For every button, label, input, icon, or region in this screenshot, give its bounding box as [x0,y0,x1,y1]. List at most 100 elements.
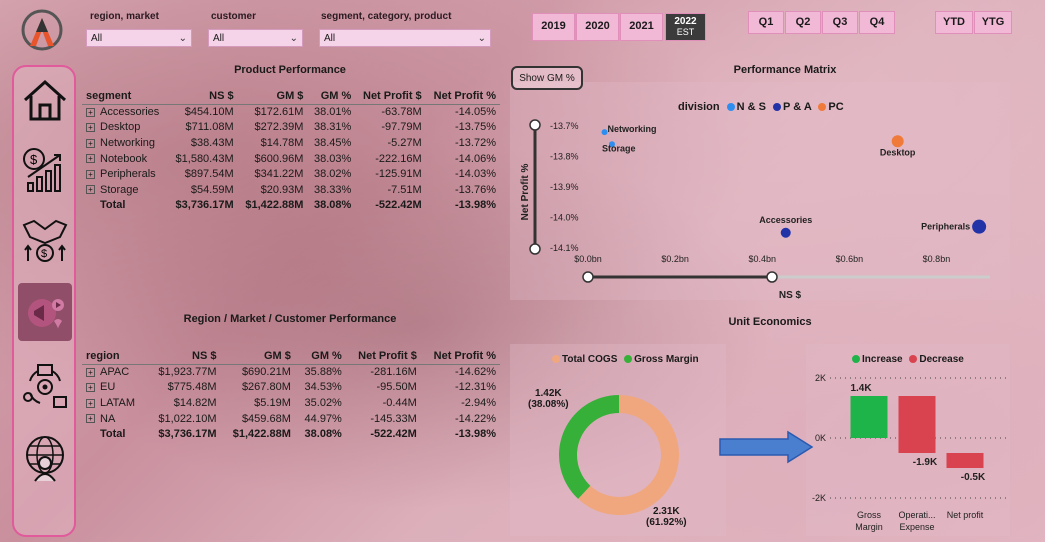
nav-marketing-button[interactable] [18,283,72,341]
cell-value: 34.53% [304,381,342,394]
row-label-text: EU [100,381,116,394]
column-header[interactable]: NS $ [168,88,238,104]
nav-sales-button[interactable]: $ [18,211,72,269]
legend-swatch [624,355,633,364]
chevron-down-icon: ⌄ [477,32,486,44]
cell-value: -14.22% [455,412,496,425]
customer-filter-label: customer [211,11,257,22]
waterfall-data-label: -1.9K [913,457,938,468]
y-range-slider-handle-top[interactable] [529,119,541,131]
table-row[interactable]: + LATAM $14.82M $5.19M 35.02% -0.44M -2.94% [82,395,500,411]
year-2019-button[interactable]: 2019 [532,13,575,41]
region-market-filter-label: region, market [90,11,159,22]
cell-value: -281.16M [370,366,417,379]
total-value: $3,736.17M [175,199,234,212]
y-tick-label: -14.0% [550,213,579,223]
expand-icon[interactable]: + [86,107,95,117]
scatter-point-desktop[interactable] [891,135,904,148]
scatter-point-accessories[interactable] [780,227,791,238]
table-row[interactable]: + EU $775.48M $267.80M 34.53% -95.50M -12.31% [82,380,500,396]
y-tick-label: -13.7% [550,121,579,131]
y-range-slider-handle-bottom[interactable] [529,243,541,255]
x-category-label: Operati... [898,510,935,520]
table-row[interactable]: + Accessories $454.10M $172.61M 38.01% -63.78… [82,104,500,120]
table-row[interactable]: + APAC $1,923.77M $690.21M 35.88% -281.16M -14… [82,364,500,380]
waterfall-bar[interactable] [898,396,936,453]
column-header[interactable]: Net Profit % [421,348,500,364]
quarter-q2-button[interactable]: Q2 [785,11,821,34]
waterfall-bar[interactable] [850,396,888,438]
donut-slice-gross-margin[interactable] [559,395,619,499]
scatter-point-peripherals[interactable] [972,219,987,234]
legend-item: Decrease [919,354,964,365]
waterfall-legend: Increase Decrease [848,354,964,365]
total-label: Total [100,428,126,441]
expand-icon[interactable]: + [86,382,95,392]
y-tick-label: 2K [815,373,826,383]
expand-icon[interactable]: + [86,185,95,195]
cell-value: $54.59M [190,183,234,196]
quarter-q1-button[interactable]: Q1 [748,11,784,34]
nav-home-button[interactable] [18,71,72,129]
cell-value: -13.75% [455,121,496,134]
table-row[interactable]: + NA $1,022.10M $459.68M 44.97% -145.33M -14.2… [82,411,500,427]
y-axis-label: Net Profit % [520,164,531,221]
column-header[interactable]: GM % [295,348,346,364]
expand-icon[interactable]: + [86,122,95,132]
waterfall-data-label: 1.4K [850,383,872,394]
expand-icon[interactable]: + [86,169,95,179]
x-range-slider-handle-left[interactable] [582,271,594,283]
column-header[interactable]: Net Profit % [426,88,500,104]
expand-icon[interactable]: + [86,398,95,408]
cell-value: 35.02% [304,396,342,409]
x-range-slider-handle-right[interactable] [766,271,778,283]
column-header[interactable]: NS $ [146,348,220,364]
nav-finance-button[interactable]: $ [18,141,72,199]
customer-filter[interactable]: All ⌄ [208,29,303,47]
row-label: + EU [82,380,146,396]
ytg-button[interactable]: YTG [974,11,1012,34]
expand-icon[interactable]: + [86,138,95,148]
year-2020-button[interactable]: 2020 [576,13,619,41]
column-header[interactable]: Net Profit $ [346,348,421,364]
expand-icon[interactable]: + [86,154,95,164]
column-header[interactable]: GM % [307,88,355,104]
ytd-button[interactable]: YTD [935,11,973,34]
table-row[interactable]: + Notebook $1,580.43M $600.96M 38.03% -222.16… [82,151,500,167]
year-2021-button[interactable]: 2021 [620,13,663,41]
table-row[interactable]: + Networking $38.43M $14.78M 38.45% -5.27M -13… [82,135,500,151]
cell-value: -14.06% [455,152,496,165]
scatter-point-label: Networking [608,124,657,134]
cell-value: -14.05% [455,106,496,119]
quarter-q3-button[interactable]: Q3 [822,11,858,34]
profit-waterfall-chart: 2K 0K -2K 1.4K Gross Margin -1.9K Operati... Exp… [812,373,1006,532]
nav-supply-chain-button[interactable] [18,357,72,415]
row-label: + NA [82,411,146,427]
nav-executive-button[interactable] [18,429,72,487]
legend-item: Increase [862,354,903,365]
table-row[interactable]: + Storage $54.59M $20.93M 38.33% -7.51M -13.76… [82,182,500,198]
segment-filter[interactable]: All ⌄ [319,29,491,47]
table-row[interactable]: + Desktop $711.08M $272.39M 38.31% -97.79M -13… [82,120,500,136]
region-market-filter[interactable]: All ⌄ [86,29,192,47]
scatter-point-label: Accessories [759,215,812,225]
expand-icon[interactable]: + [86,414,95,424]
cell-value: $1,580.43M [175,152,234,165]
expand-icon[interactable]: + [86,367,95,377]
column-header[interactable]: region [82,348,146,364]
show-gm-toggle-button[interactable]: Show GM % [511,66,583,90]
year-2022-button[interactable]: 2022 EST [665,13,706,41]
cell-value: $272.39M [254,121,304,134]
table-row[interactable]: + Peripherals $897.54M $341.22M 38.02% -125.9… [82,166,500,182]
x-tick-label: $0.2bn [661,254,689,264]
quarter-q4-button[interactable]: Q4 [859,11,895,34]
column-header[interactable]: GM $ [221,348,295,364]
chevron-down-icon: ⌄ [289,32,298,44]
row-label-text: Notebook [100,152,148,165]
waterfall-bar[interactable] [946,453,984,468]
column-header[interactable]: segment [82,88,168,104]
column-header[interactable]: GM $ [238,88,308,104]
region-market-filter-value: All [91,32,103,44]
cell-value: 44.97% [304,412,342,425]
column-header[interactable]: Net Profit $ [355,88,425,104]
